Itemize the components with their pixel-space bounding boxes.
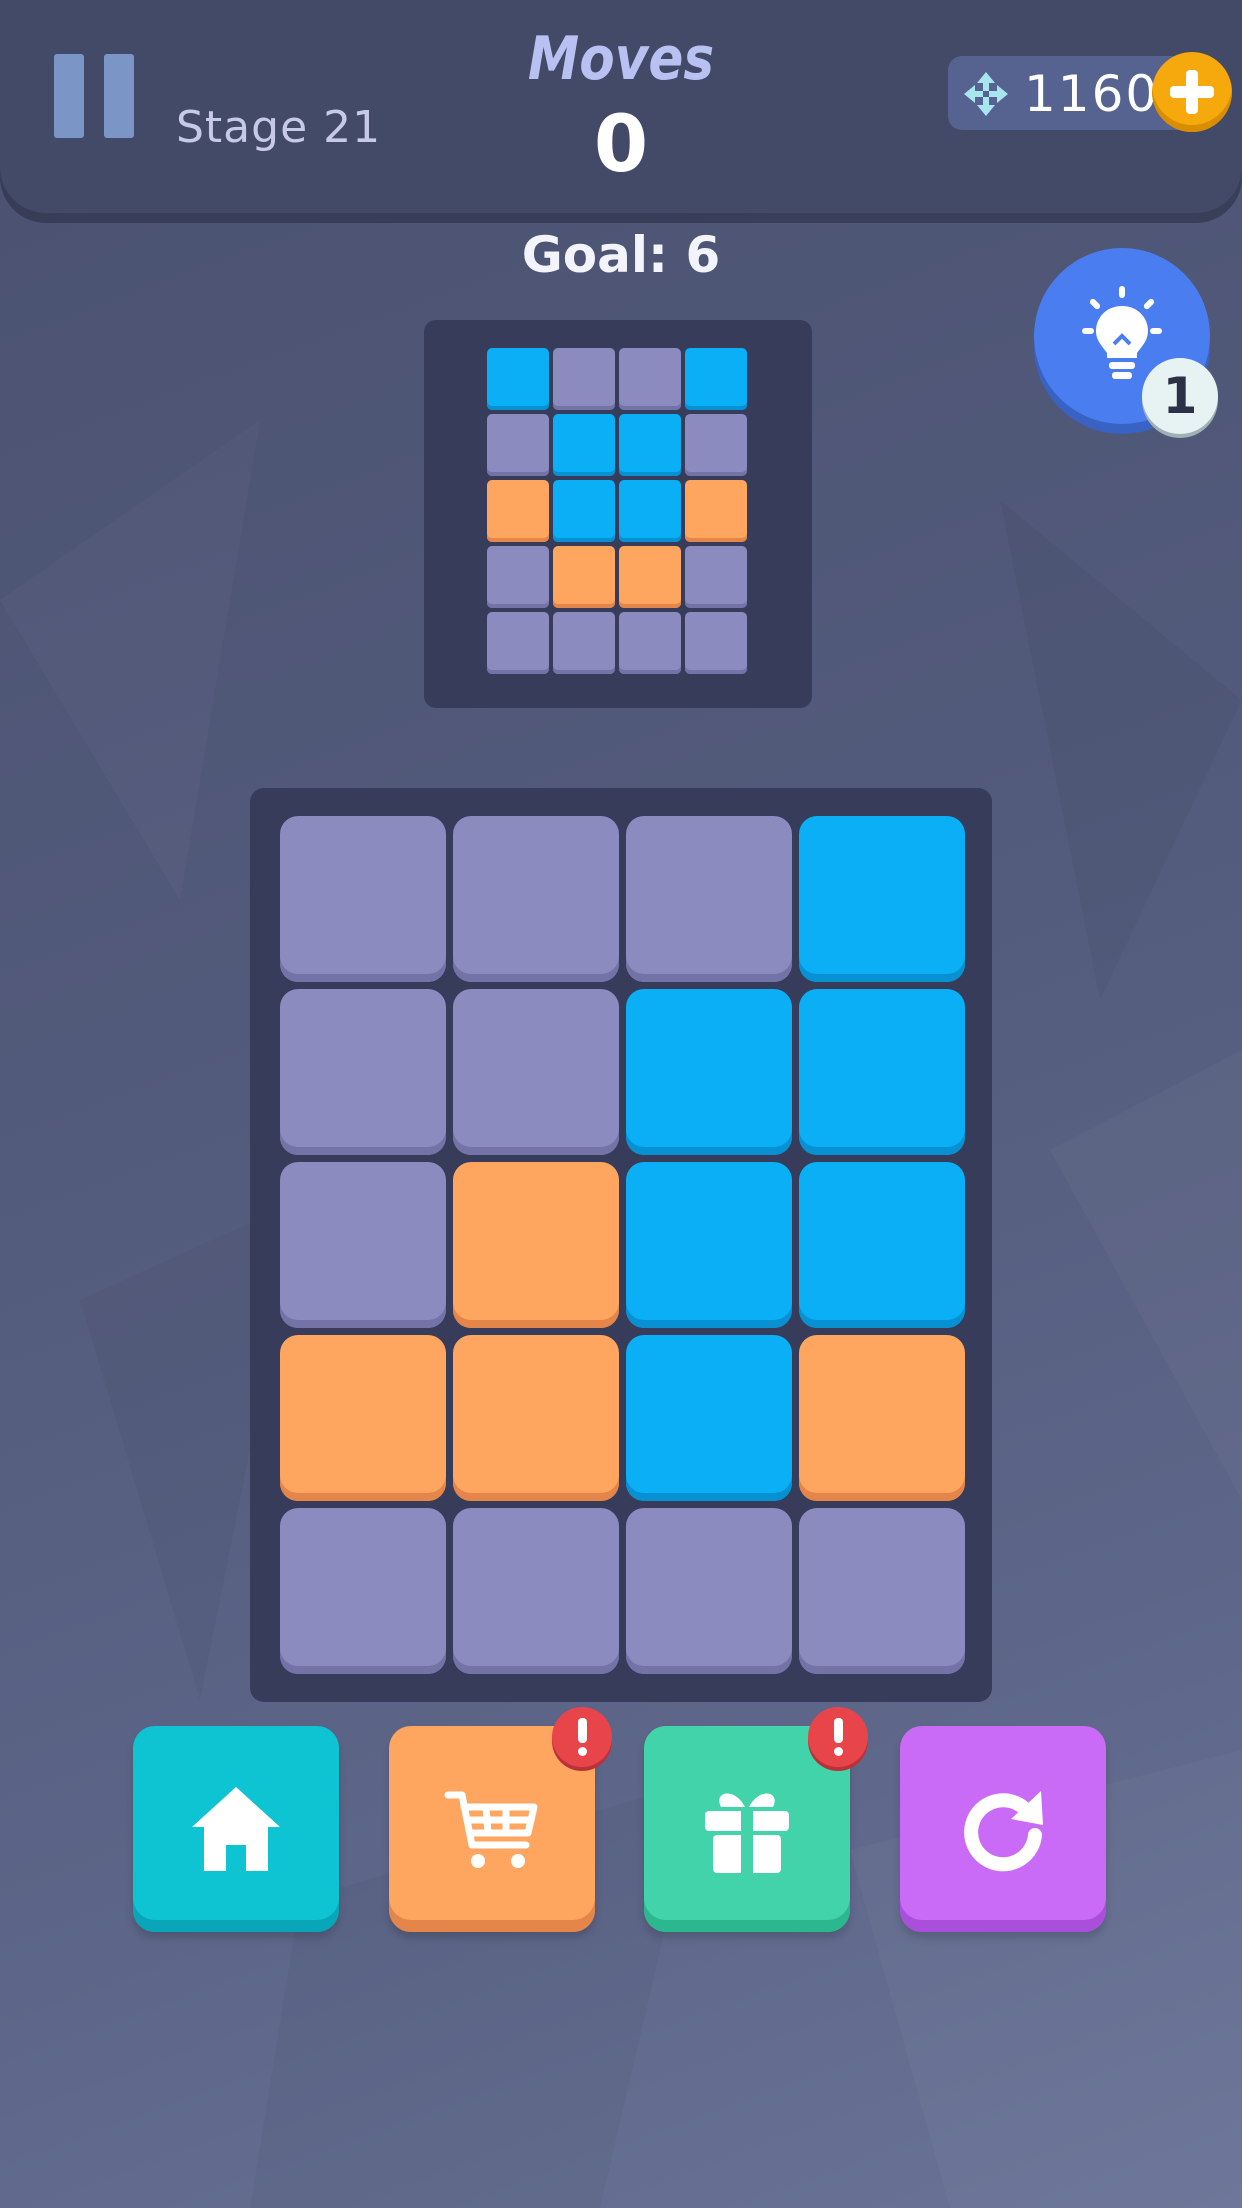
currency-value: 1160 — [1024, 65, 1160, 123]
target-cell-r4c4 — [685, 546, 747, 608]
moves-label: Moves — [527, 24, 715, 94]
target-cell-r3c3 — [619, 480, 681, 542]
target-pattern-grid — [487, 348, 747, 674]
board-tile-r4c4[interactable] — [799, 1335, 965, 1501]
board-tile-r4c3[interactable] — [626, 1335, 792, 1501]
target-pattern-panel — [424, 320, 812, 708]
board-tile-r2c4[interactable] — [799, 989, 965, 1155]
board-tile-r3c4[interactable] — [799, 1162, 965, 1328]
target-cell-r4c3 — [619, 546, 681, 608]
goal-label: Goal: 6 — [521, 226, 721, 284]
board-tile-r2c3[interactable] — [626, 989, 792, 1155]
pause-bar-right — [104, 54, 134, 138]
gift-alert-badge — [808, 1707, 868, 1767]
target-cell-r5c3 — [619, 612, 681, 674]
board-tile-r5c3[interactable] — [626, 1508, 792, 1674]
board-tile-r2c2[interactable] — [453, 989, 619, 1155]
game-board — [250, 788, 992, 1702]
board-tile-r3c3[interactable] — [626, 1162, 792, 1328]
board-grid — [280, 816, 965, 1674]
target-cell-r1c1 — [487, 348, 549, 410]
moves-counter: 0 — [593, 100, 649, 190]
target-cell-r2c3 — [619, 414, 681, 476]
target-cell-r3c4 — [685, 480, 747, 542]
restart-button[interactable] — [900, 1726, 1106, 1932]
board-tile-r1c2[interactable] — [453, 816, 619, 982]
move-arrows-icon — [964, 72, 1008, 116]
target-cell-r2c2 — [553, 414, 615, 476]
board-tile-r2c1[interactable] — [280, 989, 446, 1155]
board-tile-r3c2[interactable] — [453, 1162, 619, 1328]
target-cell-r1c2 — [553, 348, 615, 410]
target-cell-r4c1 — [487, 546, 549, 608]
gift-icon — [705, 1793, 789, 1873]
home-button[interactable] — [133, 1726, 339, 1932]
board-tile-r4c1[interactable] — [280, 1335, 446, 1501]
top-bar: Stage 21 Moves 0 1160 — [0, 0, 1242, 213]
target-cell-r5c2 — [553, 612, 615, 674]
home-icon — [192, 1787, 280, 1871]
target-cell-r3c2 — [553, 480, 615, 542]
target-cell-r4c2 — [553, 546, 615, 608]
pause-bar-left — [54, 54, 84, 138]
board-tile-r1c3[interactable] — [626, 816, 792, 982]
stage-label: Stage 21 — [176, 102, 382, 153]
hint-count-badge: 1 — [1142, 358, 1218, 434]
target-cell-r3c1 — [487, 480, 549, 542]
board-tile-r5c2[interactable] — [453, 1508, 619, 1674]
shop-alert-badge — [552, 1707, 612, 1767]
restart-icon — [964, 1791, 1043, 1872]
target-cell-r1c4 — [685, 348, 747, 410]
pause-button[interactable] — [54, 54, 134, 138]
target-cell-r2c4 — [685, 414, 747, 476]
target-cell-r5c4 — [685, 612, 747, 674]
target-cell-r5c1 — [487, 612, 549, 674]
target-cell-r2c1 — [487, 414, 549, 476]
target-cell-r1c3 — [619, 348, 681, 410]
board-tile-r4c2[interactable] — [453, 1335, 619, 1501]
board-tile-r1c4[interactable] — [799, 816, 965, 982]
board-tile-r5c1[interactable] — [280, 1508, 446, 1674]
cart-icon — [444, 1791, 538, 1868]
add-currency-button[interactable] — [1152, 52, 1232, 132]
board-tile-r5c4[interactable] — [799, 1508, 965, 1674]
board-tile-r1c1[interactable] — [280, 816, 446, 982]
board-tile-r3c1[interactable] — [280, 1162, 446, 1328]
